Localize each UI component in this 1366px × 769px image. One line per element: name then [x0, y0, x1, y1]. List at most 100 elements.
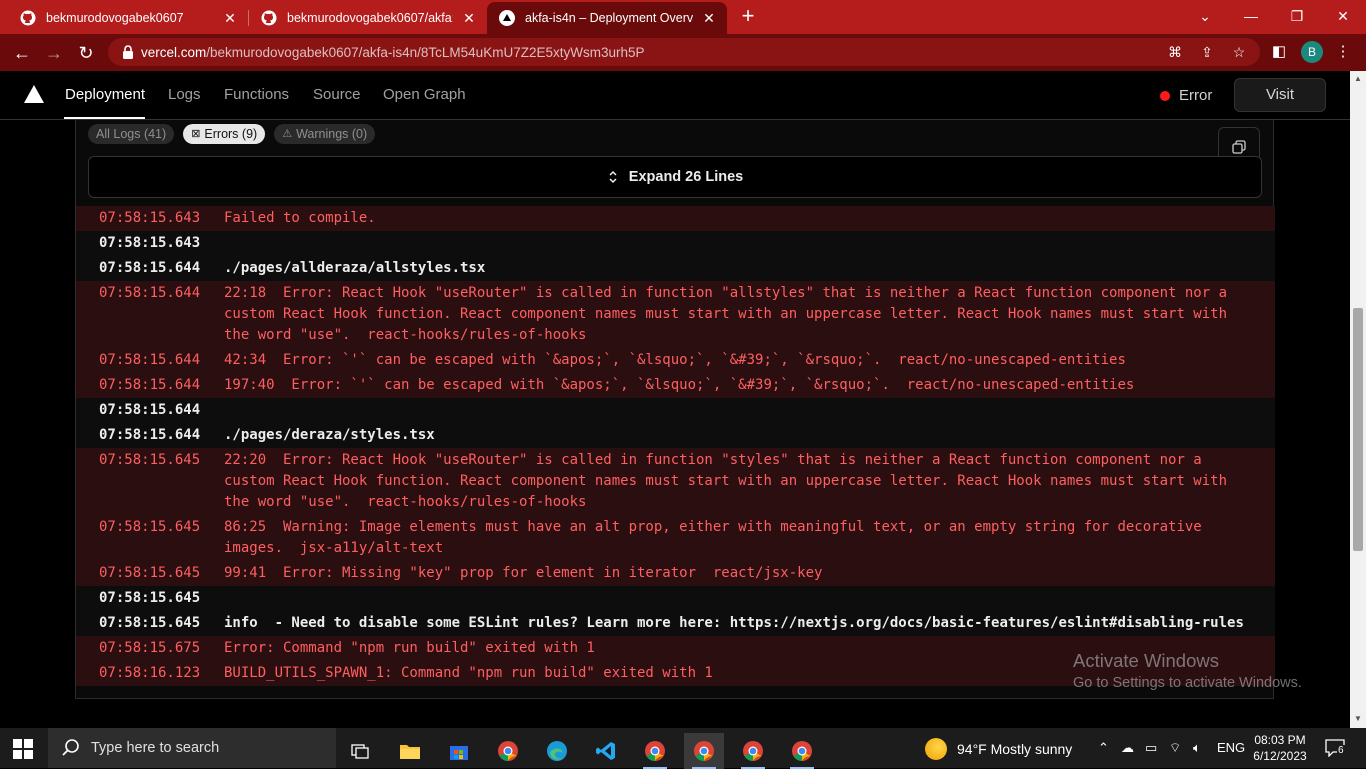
browser-tab-github-repo[interactable]: bekmurodovogabek0607/akfa: ai ✕: [249, 2, 487, 34]
battery-icon[interactable]: ▭: [1145, 740, 1157, 756]
warning-triangle-icon: ⚠: [282, 128, 293, 140]
chrome-icon[interactable]: [488, 733, 528, 769]
edge-icon[interactable]: [537, 733, 577, 769]
microsoft-store-icon[interactable]: [439, 733, 479, 769]
chrome-profile-icon[interactable]: [782, 733, 822, 769]
profile-avatar[interactable]: B: [1301, 41, 1323, 63]
log-row: 07:58:15.644 ./pages/deraza/styles.tsx: [76, 423, 1275, 448]
chrome-active-window-icon[interactable]: [684, 733, 724, 769]
next-section-edge: [75, 698, 1274, 728]
log-row: 07:58:15.645 info - Need to disable some …: [76, 611, 1275, 636]
chrome-profile-icon[interactable]: [733, 733, 773, 769]
notification-center-icon[interactable]: 6: [1325, 739, 1345, 758]
browser-tab-github-profile[interactable]: bekmurodovogabek0607 ✕: [8, 2, 248, 34]
filter-warnings-label: Warnings (0): [296, 127, 368, 141]
log-timestamp: 07:58:16.123: [99, 665, 201, 681]
weather-text: 94°F Mostly sunny: [957, 741, 1073, 757]
share-icon[interactable]: ⇪: [1198, 43, 1216, 61]
log-message: info - Need to disable some ESLint rules…: [224, 615, 1244, 631]
close-tab-icon[interactable]: ✕: [701, 10, 717, 27]
search-placeholder: Type here to search: [91, 740, 220, 756]
tab-search-chevron-icon[interactable]: ⌄: [1182, 0, 1228, 34]
volume-icon[interactable]: 🔈︎: [1193, 740, 1201, 756]
active-nav-indicator: [64, 117, 145, 119]
scrollbar-thumb[interactable]: [1353, 308, 1363, 551]
filter-errors-label: Errors (9): [204, 127, 258, 141]
menu-kebab-icon[interactable]: ⋮: [1333, 42, 1353, 62]
log-lines: 07:58:15.643 Failed to compile. 07:58:15.6…: [76, 206, 1275, 686]
weather-widget[interactable]: 94°F Mostly sunny: [925, 738, 1072, 760]
log-message: 22:20 Error: React Hook "useRouter" is c…: [224, 452, 1236, 510]
build-logs-area: All Logs (41) ⊠ Errors (9) ⚠ Warnings (0) …: [0, 120, 1350, 728]
notification-count: 6: [1337, 745, 1345, 756]
log-message: [224, 588, 1275, 609]
deployment-status: Error: [1160, 87, 1212, 104]
tab-label: bekmurodovogabek0607/akfa: ai: [287, 11, 453, 25]
scroll-down-icon[interactable]: ▼: [1354, 714, 1362, 723]
filter-all-logs[interactable]: All Logs (41): [88, 124, 175, 144]
nav-source[interactable]: Source: [313, 86, 361, 103]
log-timestamp: 07:58:15.645: [99, 452, 201, 468]
log-timestamp: 07:58:15.644: [99, 427, 201, 443]
language-indicator[interactable]: ENG: [1217, 740, 1245, 755]
windows-taskbar: Type here to search 94°F Mostly sunny ⌃ …: [0, 728, 1366, 769]
nav-deployment[interactable]: Deployment: [65, 86, 145, 103]
task-view-icon[interactable]: [340, 733, 380, 769]
log-row: 07:58:15.644 42:34 Error: `'` can be esca…: [76, 348, 1275, 373]
log-row: 07:58:15.644: [76, 398, 1275, 423]
forward-arrow-icon[interactable]: →: [41, 40, 67, 66]
log-row: 07:58:15.643 Failed to compile.: [76, 206, 1275, 231]
address-bar[interactable]: vercel.com/bekmurodovogabek0607/akfa-is4…: [108, 38, 1260, 66]
close-window-button[interactable]: ✕: [1320, 0, 1366, 34]
nav-functions[interactable]: Functions: [224, 86, 289, 103]
translate-icon[interactable]: ⌘: [1166, 43, 1184, 61]
log-timestamp: 07:58:15.644: [99, 377, 201, 393]
back-arrow-icon[interactable]: ←: [9, 40, 35, 66]
wifi-icon[interactable]: ⌔: [1169, 740, 1181, 756]
activate-windows-watermark: Activate Windows Go to Settings to activ…: [1073, 650, 1302, 691]
log-message: 86:25 Warning: Image elements must have …: [224, 519, 1211, 556]
minimize-button[interactable]: —: [1228, 0, 1274, 34]
url-text[interactable]: vercel.com/bekmurodovogabek0607/akfa-is4…: [141, 45, 645, 60]
status-label: Error: [1179, 87, 1213, 104]
expand-lines-label: Expand 26 Lines: [628, 169, 744, 185]
log-message: [224, 233, 1275, 254]
page-scrollbar[interactable]: ▲ ▼: [1350, 71, 1366, 728]
scroll-up-icon[interactable]: ▲: [1354, 74, 1362, 83]
chrome-profile-icon[interactable]: [635, 733, 675, 769]
vercel-logo-icon[interactable]: [24, 85, 44, 103]
expand-lines-button[interactable]: Expand 26 Lines: [88, 156, 1262, 198]
bookmark-star-icon[interactable]: ☆: [1230, 43, 1248, 61]
log-message: ./pages/allderaza/allstyles.tsx: [224, 260, 486, 276]
watermark-subtitle: Go to Settings to activate Windows.: [1073, 675, 1302, 691]
visit-button[interactable]: Visit: [1234, 78, 1326, 112]
close-tab-icon[interactable]: ✕: [461, 10, 477, 27]
nav-logs[interactable]: Logs: [168, 86, 201, 103]
lock-icon[interactable]: [120, 44, 136, 60]
reload-icon[interactable]: ↻: [73, 40, 99, 66]
vscode-icon[interactable]: [586, 733, 626, 769]
clock-time: 08:03 PM: [1254, 733, 1306, 747]
vercel-header: Deployment Logs Functions Source Open Gr…: [0, 71, 1366, 120]
file-explorer-icon[interactable]: [390, 733, 430, 769]
watermark-title: Activate Windows: [1073, 650, 1219, 671]
error-status-dot-icon: [1160, 90, 1170, 101]
tab-label: bekmurodovogabek0607: [46, 11, 184, 25]
windows-start-icon[interactable]: [13, 739, 33, 759]
close-tab-icon[interactable]: ✕: [222, 10, 238, 27]
taskbar-clock[interactable]: 08:03 PM 6/12/2023: [1248, 732, 1312, 764]
filter-errors[interactable]: ⊠ Errors (9): [183, 124, 266, 144]
filter-warnings[interactable]: ⚠ Warnings (0): [274, 124, 376, 144]
browser-tab-vercel-deployment[interactable]: akfa-is4n – Deployment Overview ✕: [487, 2, 727, 34]
log-row: 07:58:15.643: [76, 231, 1275, 256]
log-row: 07:58:15.644 ./pages/allderaza/allstyles.…: [76, 256, 1275, 281]
new-tab-button[interactable]: +: [736, 5, 760, 29]
side-panel-icon[interactable]: ◧: [1269, 42, 1289, 62]
nav-open-graph[interactable]: Open Graph: [383, 86, 466, 103]
clock-date: 6/12/2023: [1253, 749, 1307, 763]
github-icon: [261, 10, 277, 26]
network-cloud-icon[interactable]: ☁: [1121, 740, 1134, 756]
restore-button[interactable]: ❐: [1274, 0, 1320, 34]
tray-chevron-up-icon[interactable]: ⌃: [1098, 740, 1109, 756]
taskbar-search-box[interactable]: Type here to search: [48, 728, 336, 768]
